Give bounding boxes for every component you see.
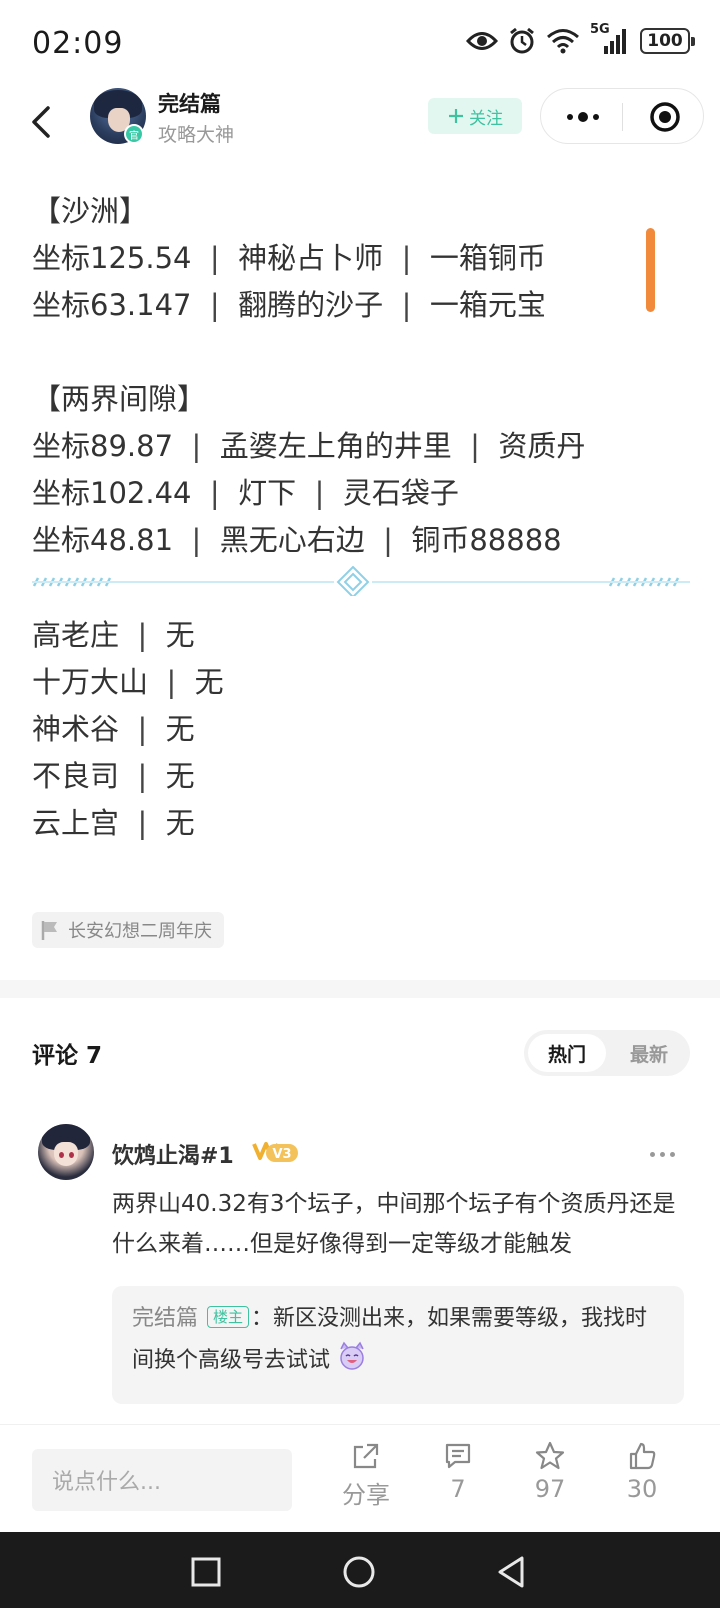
topic-tag[interactable]: 长安幻想二周年庆	[32, 912, 224, 948]
comment-button[interactable]: 7	[418, 1441, 498, 1503]
status-icons: 5G 100	[466, 22, 695, 56]
status-bar: 02:09 5G 100	[0, 0, 720, 88]
comments-heading: 评论 7	[32, 1043, 103, 1069]
wifi-icon	[547, 29, 579, 54]
list-item: 云上宫 | 无	[32, 806, 195, 840]
post-body: 【沙洲】 坐标125.54 | 神秘占卜师 | 一箱铜币 坐标63.147 | …	[32, 188, 672, 564]
loot-line: 坐标48.81 | 黑无心右边 | 铜币88888	[32, 523, 562, 557]
comment-input[interactable]: 说点什么...	[32, 1449, 292, 1511]
share-icon	[353, 1443, 379, 1469]
reply-author[interactable]: 完结篇	[132, 1306, 198, 1331]
star-icon	[535, 1441, 565, 1470]
close-miniprogram-icon[interactable]	[649, 101, 681, 133]
bottom-action-bar: 说点什么... 分享 7 97 30	[0, 1424, 720, 1532]
favorite-button[interactable]: 97	[510, 1441, 590, 1503]
author-title: 攻略大神	[158, 124, 235, 146]
no-loot-list: 高老庄 | 无 十万大山 | 无 神术谷 | 无 不良司 | 无 云上宫 | 无	[32, 612, 224, 847]
system-navigation-bar	[0, 1532, 720, 1608]
section-title: 【两界间隙】	[32, 382, 207, 416]
loot-line: 坐标125.54 | 神秘占卜师 | 一箱铜币	[32, 241, 546, 275]
recent-apps-icon[interactable]	[188, 1554, 224, 1590]
decorative-divider	[32, 566, 690, 596]
commenter-avatar[interactable]	[38, 1124, 94, 1180]
smile-emoji-icon	[340, 1341, 364, 1370]
eye-icon	[466, 32, 498, 50]
comment-more-button[interactable]	[650, 1152, 675, 1157]
plus-icon	[449, 109, 463, 123]
back-arrow-icon[interactable]	[24, 102, 64, 142]
post-header: 官 完结篇 攻略大神 关注	[0, 88, 720, 168]
commenter-name[interactable]: 饮鸩止渴#1	[112, 1138, 234, 1170]
flag-icon	[41, 921, 57, 940]
more-menu-button[interactable]	[563, 105, 603, 129]
follow-button[interactable]: 关注	[428, 98, 522, 134]
sort-hot-tab[interactable]: 热门	[528, 1034, 606, 1072]
share-button[interactable]: 分享	[326, 1441, 406, 1510]
list-item: 神术谷 | 无	[32, 712, 195, 746]
comment-icon	[445, 1443, 471, 1469]
loot-line: 坐标102.44 | 灯下 | 灵石袋子	[32, 476, 459, 510]
reply-box[interactable]: 完结篇 楼主 ：新区没测出来，如果需要等级，我找时间换个高级号去试试	[112, 1286, 684, 1404]
list-item: 不良司 | 无	[32, 759, 195, 793]
comment-sort-switch: 热门 最新	[524, 1030, 690, 1076]
comment-text: 两界山40.32有3个坛子，中间那个坛子有个资质丹还是什么来着……但是好像得到一…	[112, 1191, 676, 1257]
mini-program-capsule	[540, 88, 704, 144]
official-badge-icon: 官	[124, 124, 144, 144]
section-title: 【沙洲】	[32, 194, 149, 228]
list-item: 十万大山 | 无	[32, 665, 224, 699]
loot-line: 坐标63.147 | 翻腾的沙子 | 一箱元宝	[32, 288, 546, 322]
like-button[interactable]: 30	[602, 1441, 682, 1503]
list-item: 高老庄 | 无	[32, 618, 195, 652]
battery-icon: 100	[640, 28, 695, 54]
sort-new-tab[interactable]: 最新	[612, 1034, 686, 1072]
home-icon[interactable]	[341, 1554, 377, 1590]
svg-text:V3: V3	[272, 1147, 291, 1162]
author-name[interactable]: 完结篇	[158, 88, 221, 118]
alarm-icon	[510, 27, 534, 54]
clock: 02:09	[32, 26, 124, 61]
back-nav-icon[interactable]	[494, 1554, 530, 1590]
thumbs-up-icon	[629, 1442, 656, 1470]
op-tag: 楼主	[207, 1306, 250, 1328]
loot-line: 坐标89.87 | 孟婆左上角的井里 | 资质丹	[32, 429, 586, 463]
cellular-signal-icon: 5G	[590, 22, 630, 56]
section-divider	[0, 980, 720, 998]
vip-level-badge: V3	[252, 1142, 298, 1162]
